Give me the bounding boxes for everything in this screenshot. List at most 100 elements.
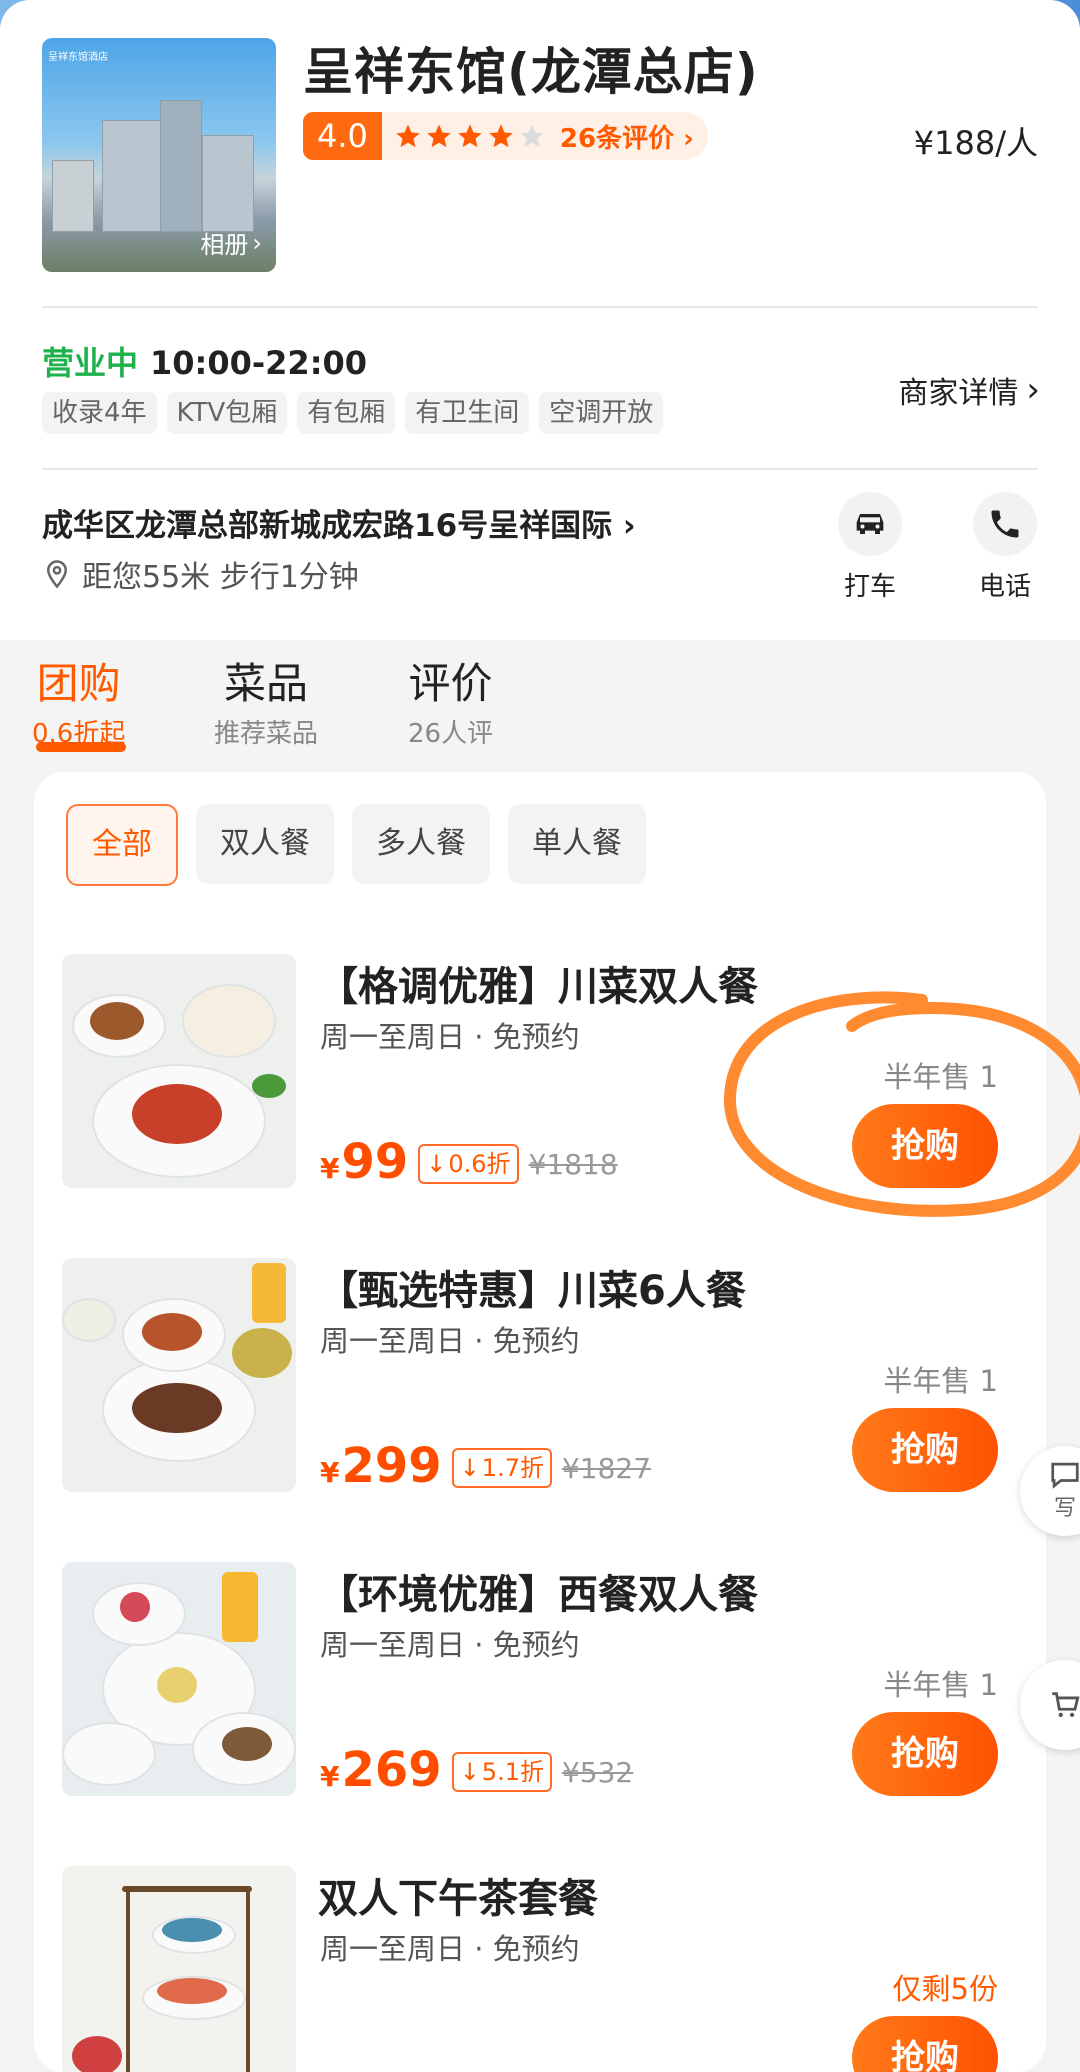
discount-badge: ↓ 0.6折: [418, 1144, 519, 1184]
hero-logo-text: 呈祥东馆酒店: [48, 52, 108, 63]
deal-subtitle: 周一至周日 · 免预约: [320, 1324, 580, 1358]
phone-label: 电话: [978, 572, 1031, 602]
feature-tag: 有包厢: [297, 392, 396, 434]
deal-image: [62, 1258, 296, 1492]
deal-image: [62, 954, 296, 1188]
original-price: ¥1827: [561, 1452, 652, 1485]
store-title: 呈祥东馆(龙潭总店): [303, 43, 759, 101]
deal-title: 【格调优雅】川菜双人餐: [318, 964, 758, 1010]
filter-chips: 全部 双人餐 多人餐 单人餐: [66, 804, 646, 886]
album-label: 相册: [200, 231, 249, 259]
deal-price-row: ¥ 99 ↓ 0.6折 ¥1818: [320, 1134, 618, 1190]
deal-item[interactable]: 【环境优雅】西餐双人餐 周一至周日 · 免预约 ¥ 269 ↓ 5.1折 ¥532…: [62, 1562, 1022, 1802]
write-label: 写: [1053, 1496, 1076, 1521]
stock-remaining: 仅剩5份: [892, 1972, 998, 2006]
phone-button[interactable]: 电话: [965, 492, 1045, 603]
discount-badge: ↓ 1.7折: [451, 1448, 552, 1488]
rating-row[interactable]: 4.0 26条评价 ›: [303, 112, 708, 160]
comment-icon: [1051, 1462, 1079, 1489]
price-per-person: ¥188/人: [913, 124, 1038, 162]
original-price: ¥532: [561, 1756, 634, 1789]
star-icon: [458, 124, 482, 148]
tab-label: 团购: [36, 659, 121, 708]
address-link[interactable]: 成华区龙潭总部新城成宏路16号呈祥国际 ›: [42, 500, 636, 545]
star-rating: [394, 122, 546, 150]
chevron-right-icon: ›: [252, 228, 262, 257]
feature-tags: 收录4年 KTV包厢 有包厢 有卫生间 空调开放: [42, 392, 664, 434]
tab-sublabel: 26人评: [408, 719, 494, 749]
deal-title: 双人下午茶套餐: [318, 1876, 598, 1922]
phone-icon: [991, 510, 1019, 538]
tab-dishes[interactable]: 菜品 推荐菜品: [214, 650, 318, 750]
open-status: 营业中 10:00-22:00: [42, 338, 367, 384]
deal-title: 【甄选特惠】川菜6人餐: [318, 1268, 746, 1314]
distance-info: 距您55米 步行1分钟: [42, 552, 359, 596]
deal-item[interactable]: 双人下午茶套餐 周一至周日 · 免预约 仅剩5份 抢购: [62, 1866, 1022, 2072]
filter-all[interactable]: 全部: [66, 804, 178, 886]
buy-button[interactable]: 抢购: [852, 1408, 998, 1492]
deal-item[interactable]: 【格调优雅】川菜双人餐 周一至周日 · 免预约 ¥ 99 ↓ 0.6折 ¥1818…: [62, 954, 1022, 1194]
feature-tag: 收录4年: [42, 392, 157, 434]
deal-price-row: ¥ 299 ↓ 1.7折 ¥1827: [320, 1438, 651, 1494]
filter-multi-person[interactable]: 多人餐: [352, 804, 490, 884]
album-button[interactable]: 相册 ›: [200, 225, 262, 260]
tab-label: 菜品: [224, 659, 309, 708]
filter-single-person[interactable]: 单人餐: [508, 804, 646, 884]
tab-bar: 团购 0.6折起 菜品 推荐菜品 评价 26人评: [0, 640, 1080, 770]
tab-sublabel: 推荐菜品: [214, 719, 319, 749]
tab-reviews[interactable]: 评价 26人评: [408, 650, 493, 750]
location-pin-icon: [46, 560, 68, 589]
original-price: ¥1818: [528, 1148, 618, 1181]
tab-label: 评价: [408, 659, 493, 708]
deal-price: 99: [341, 1134, 409, 1190]
deal-subtitle: 周一至周日 · 免预约: [320, 1020, 580, 1054]
arrow-down-icon: ↓: [459, 1758, 480, 1786]
deal-subtitle: 周一至周日 · 免预约: [320, 1628, 580, 1662]
deal-item[interactable]: 【甄选特惠】川菜6人餐 周一至周日 · 免预约 ¥ 299 ↓ 1.7折 ¥182…: [62, 1258, 1022, 1498]
buy-button[interactable]: 抢购: [852, 1104, 998, 1188]
divider: [42, 306, 1038, 308]
open-status-label: 营业中: [42, 344, 139, 382]
merchant-details-link[interactable]: 商家详情 ›: [898, 368, 1040, 412]
currency-symbol: ¥: [320, 1760, 340, 1793]
feature-tag: 空调开放: [539, 392, 664, 434]
deal-price: 299: [341, 1438, 442, 1494]
store-header-card: 呈祥东馆酒店 相册 › 呈祥东馆(龙潭总店) 4.0 26条评价 › ¥188/…: [0, 0, 1080, 640]
score-badge: 4.0: [303, 112, 382, 160]
active-tab-indicator: [36, 742, 126, 752]
cart-icon: [1052, 1692, 1080, 1718]
taxi-label: 打车: [843, 572, 896, 602]
sold-count: 半年售 1: [883, 1060, 998, 1094]
discount-badge: ↓ 5.1折: [451, 1752, 552, 1792]
deal-price-row: ¥ 269 ↓ 5.1折 ¥532: [320, 1742, 633, 1798]
deal-image: [62, 1866, 296, 2072]
taxi-button[interactable]: 打车: [830, 492, 910, 603]
reviews-link[interactable]: 26条评价 ›: [560, 118, 694, 155]
sold-count: 半年售 1: [883, 1364, 998, 1398]
star-empty-icon: [520, 124, 544, 148]
arrow-down-icon: ↓: [426, 1150, 447, 1178]
deal-subtitle: 周一至周日 · 免预约: [320, 1932, 580, 1966]
filter-two-person[interactable]: 双人餐: [196, 804, 334, 884]
deal-image: [62, 1562, 296, 1796]
merchant-details-label: 商家详情: [898, 376, 1019, 411]
business-hours: 10:00-22:00: [150, 344, 368, 382]
distance-text: 距您55米 步行1分钟: [82, 560, 359, 595]
tab-group-buy[interactable]: 团购 0.6折起: [32, 650, 125, 750]
deal-title: 【环境优雅】西餐双人餐: [318, 1572, 758, 1618]
currency-symbol: ¥: [320, 1456, 340, 1489]
star-icon: [489, 124, 513, 148]
arrow-down-icon: ↓: [459, 1454, 480, 1482]
buy-button[interactable]: 抢购: [852, 2016, 998, 2072]
feature-tag: 有卫生间: [405, 392, 530, 434]
deal-price: 269: [341, 1742, 442, 1798]
buy-button[interactable]: 抢购: [852, 1712, 998, 1796]
feature-tag: KTV包厢: [166, 392, 288, 434]
star-icon: [427, 124, 451, 148]
deal-list-card: 全部 双人餐 多人餐 单人餐 【格调优雅】川菜双人餐 周一至周日 · 免预约 ¥…: [34, 772, 1046, 2072]
store-photo[interactable]: 呈祥东馆酒店 相册 ›: [42, 38, 276, 272]
divider: [42, 468, 1038, 470]
sold-count: 半年售 1: [883, 1668, 998, 1702]
chevron-right-icon: ›: [1026, 370, 1040, 410]
car-icon: [856, 514, 884, 534]
